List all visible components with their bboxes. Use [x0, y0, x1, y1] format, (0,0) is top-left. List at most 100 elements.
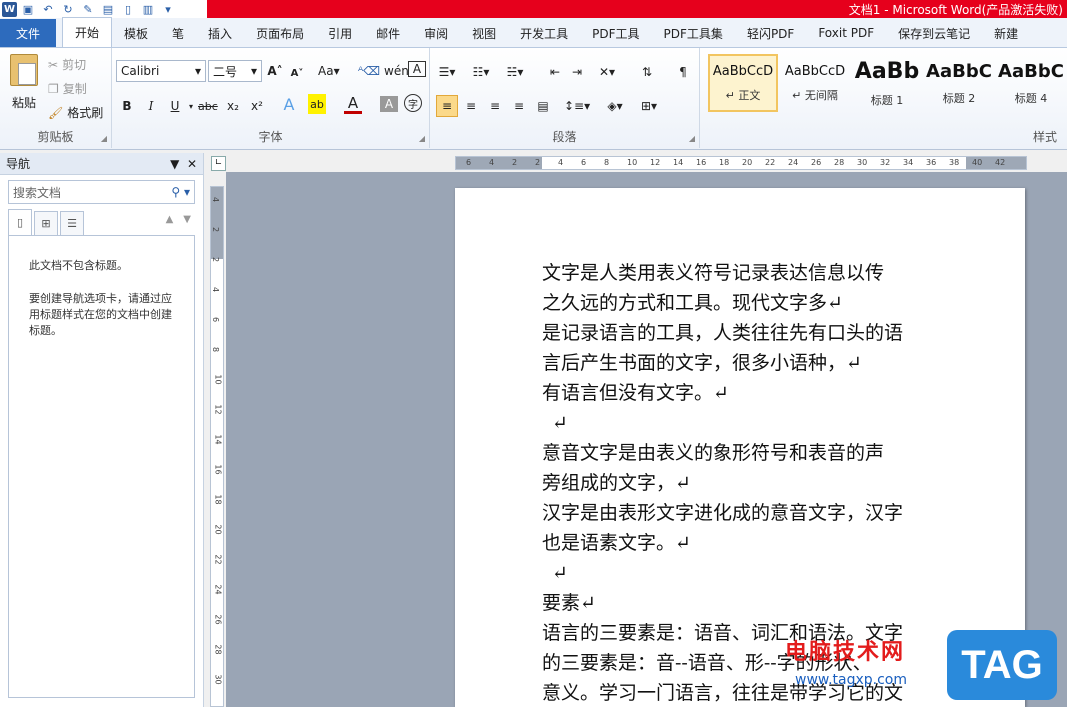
print-preview-icon[interactable]: ▤ [99, 1, 117, 17]
enclose-char-icon[interactable]: 字 [404, 94, 422, 112]
paragraph-launcher-icon[interactable]: ◢ [689, 134, 695, 143]
clear-format-icon[interactable]: ᴬ⌫ [358, 61, 380, 81]
bullets-icon[interactable]: ☰▾ [438, 62, 456, 82]
style-heading-2[interactable]: AaBbC 标题 2 [924, 54, 994, 112]
style-sample: AaBbC [998, 60, 1064, 82]
font-name-select[interactable]: Calibri ▾ [116, 60, 206, 82]
next-arrow-icon[interactable]: ▼ [183, 214, 191, 225]
tab-pen[interactable]: 笔 [160, 19, 196, 47]
search-icon[interactable]: ⚲ ▾ [171, 185, 190, 199]
decrease-indent-icon[interactable]: ⇤ [546, 62, 564, 82]
cut-label: 剪切 [62, 58, 87, 72]
clipboard-launcher-icon[interactable]: ◢ [101, 134, 107, 143]
page-icon[interactable]: ▯ [119, 1, 137, 17]
font-size-select[interactable]: 二号 ▾ [208, 60, 262, 82]
highlight-icon[interactable]: ab [308, 94, 326, 114]
tab-pdf-toolset[interactable]: PDF工具集 [652, 19, 735, 47]
distribute-button[interactable]: ▤ [534, 96, 552, 116]
align-right-button[interactable]: ≡ [486, 96, 504, 116]
tab-pdf-tools[interactable]: PDF工具 [580, 19, 651, 47]
tab-view[interactable]: 视图 [460, 19, 508, 47]
align-center-button[interactable]: ≡ [462, 96, 480, 116]
increase-indent-icon[interactable]: ⇥ [568, 62, 586, 82]
tab-page-layout[interactable]: 页面布局 [244, 19, 316, 47]
copy-button[interactable]: ❐ 复制 [48, 80, 87, 97]
tab-references[interactable]: 引用 [316, 19, 364, 47]
style-no-spacing[interactable]: AaBbCcD ↵ 无间隔 [780, 54, 850, 112]
ruler-tick-label: 38 [949, 158, 960, 167]
tab-template[interactable]: 模板 [112, 19, 160, 47]
tab-developer[interactable]: 开发工具 [508, 19, 580, 47]
align-left-button[interactable]: ≡ [436, 95, 458, 117]
style-heading-1[interactable]: AaBb 标题 1 [852, 54, 922, 112]
search-input[interactable]: 搜索文档 ⚲ ▾ [8, 180, 195, 204]
tab-lightpdf[interactable]: 轻闪PDF [735, 19, 806, 47]
tab-insert[interactable]: 插入 [196, 19, 244, 47]
multilevel-list-icon[interactable]: ☵▾ [506, 62, 524, 82]
ruler-tick-label: 2 [512, 158, 518, 167]
style-sample: AaBbCcD [712, 63, 774, 79]
cut-button[interactable]: ✂ 剪切 [48, 56, 86, 73]
phonetic-guide-icon[interactable]: wén [384, 61, 409, 81]
char-shading-icon[interactable]: A [380, 96, 398, 112]
nav-body: 此文档不包含标题。 要创建导航选项卡，请通过应用标题样式在您的文档中创建标题。 [8, 236, 195, 698]
tab-new[interactable]: 新建 [982, 19, 1030, 47]
paste-button[interactable]: 粘贴 [6, 54, 42, 122]
shading-icon[interactable]: ◈▾ [606, 96, 624, 116]
borders-icon[interactable]: ⊞▾ [640, 96, 658, 116]
paragraph-group: ☰▾ ☷▾ ☵▾ ⇤ ⇥ ✕▾ ⇅ ¶ ≡ ≡ ≡ ≡ ▤ ↕≡▾ ◈▾ ⊞▾ … [430, 48, 700, 148]
numbering-icon[interactable]: ☷▾ [472, 62, 490, 82]
style-heading-4[interactable]: AaBbC 标题 4 [996, 54, 1066, 112]
tab-mailings[interactable]: 邮件 [364, 19, 412, 47]
superscript-button[interactable]: x² [248, 96, 266, 116]
format-painter-button[interactable]: 🖌 格式刷 [48, 104, 103, 121]
clipboard-group-label: 剪贴板 [37, 130, 74, 144]
style-normal[interactable]: AaBbCcD ↵ 正文 [708, 54, 778, 112]
tab-save-cloud-note[interactable]: 保存到云笔记 [886, 19, 982, 47]
line-spacing-icon[interactable]: ↕≡▾ [564, 96, 590, 116]
text-effects-icon[interactable]: A [280, 94, 298, 114]
save-icon[interactable]: ▣ [19, 1, 37, 17]
customize-qat-icon[interactable]: ▾ [159, 1, 177, 17]
char-border-icon[interactable]: A [408, 61, 426, 77]
tab-results-icon[interactable]: ☰ [60, 211, 84, 235]
word-app-icon[interactable]: W [2, 1, 17, 17]
nav-message-no-headings: 此文档不包含标题。 [29, 259, 128, 272]
shrink-font-button[interactable]: A ˅ [288, 63, 306, 83]
paste-label: 粘贴 [11, 96, 36, 110]
show-marks-icon[interactable]: ¶ [674, 62, 692, 82]
style-name: ↵ 无间隔 [792, 88, 838, 102]
nav-menu-icon[interactable]: ▼ [170, 157, 179, 171]
grow-font-button[interactable]: A ˄ [266, 61, 284, 81]
sort-icon[interactable]: ⇅ [638, 62, 656, 82]
tab-pages-icon[interactable]: ⊞ [34, 211, 58, 235]
justify-button[interactable]: ≡ [510, 96, 528, 116]
redo-icon[interactable]: ↻ [59, 1, 77, 17]
tab-file[interactable]: 文件 [0, 19, 56, 47]
italic-button[interactable]: I [142, 96, 160, 116]
edit-icon[interactable]: ✎ [79, 1, 97, 17]
chinese-layout-icon[interactable]: ✕▾ [598, 62, 616, 82]
tab-foxit-pdf[interactable]: Foxit PDF [806, 19, 886, 47]
tab-stop-selector[interactable]: ∟ [211, 156, 226, 171]
horizontal-ruler[interactable]: 6 4 2 2 4 6 8 10 12 14 16 18 20 22 24 26 28 30 32 34 36 38 40 4… [455, 156, 1027, 170]
nav-title: 导航 [6, 157, 31, 171]
undo-icon[interactable]: ↶ [39, 1, 57, 17]
bold-button[interactable]: B [118, 96, 136, 116]
font-launcher-icon[interactable]: ◢ [419, 134, 425, 143]
tab-home[interactable]: 开始 [62, 17, 113, 47]
watermark-logo: TAG [947, 630, 1057, 700]
book-icon[interactable]: ▥ [139, 1, 157, 17]
tab-headings-icon[interactable]: ▯ [8, 209, 32, 235]
font-color-icon[interactable]: A [344, 94, 362, 114]
change-case-button[interactable]: Aa ▾ [318, 61, 340, 81]
strikethrough-button[interactable]: abc [198, 96, 218, 116]
shrink-font-icon: A [290, 67, 299, 79]
close-icon[interactable]: ✕ [187, 157, 197, 171]
vertical-ruler[interactable]: 4 2 2 4 6 8 10 12 14 16 18 20 22 24 26 28 30 [210, 186, 224, 707]
tab-review[interactable]: 审阅 [412, 19, 460, 47]
copy-icon: ❐ [48, 81, 59, 96]
subscript-button[interactable]: x₂ [224, 96, 242, 116]
prev-arrow-icon[interactable]: ▲ [166, 214, 174, 225]
style-sample: AaBbCcD [784, 63, 846, 79]
